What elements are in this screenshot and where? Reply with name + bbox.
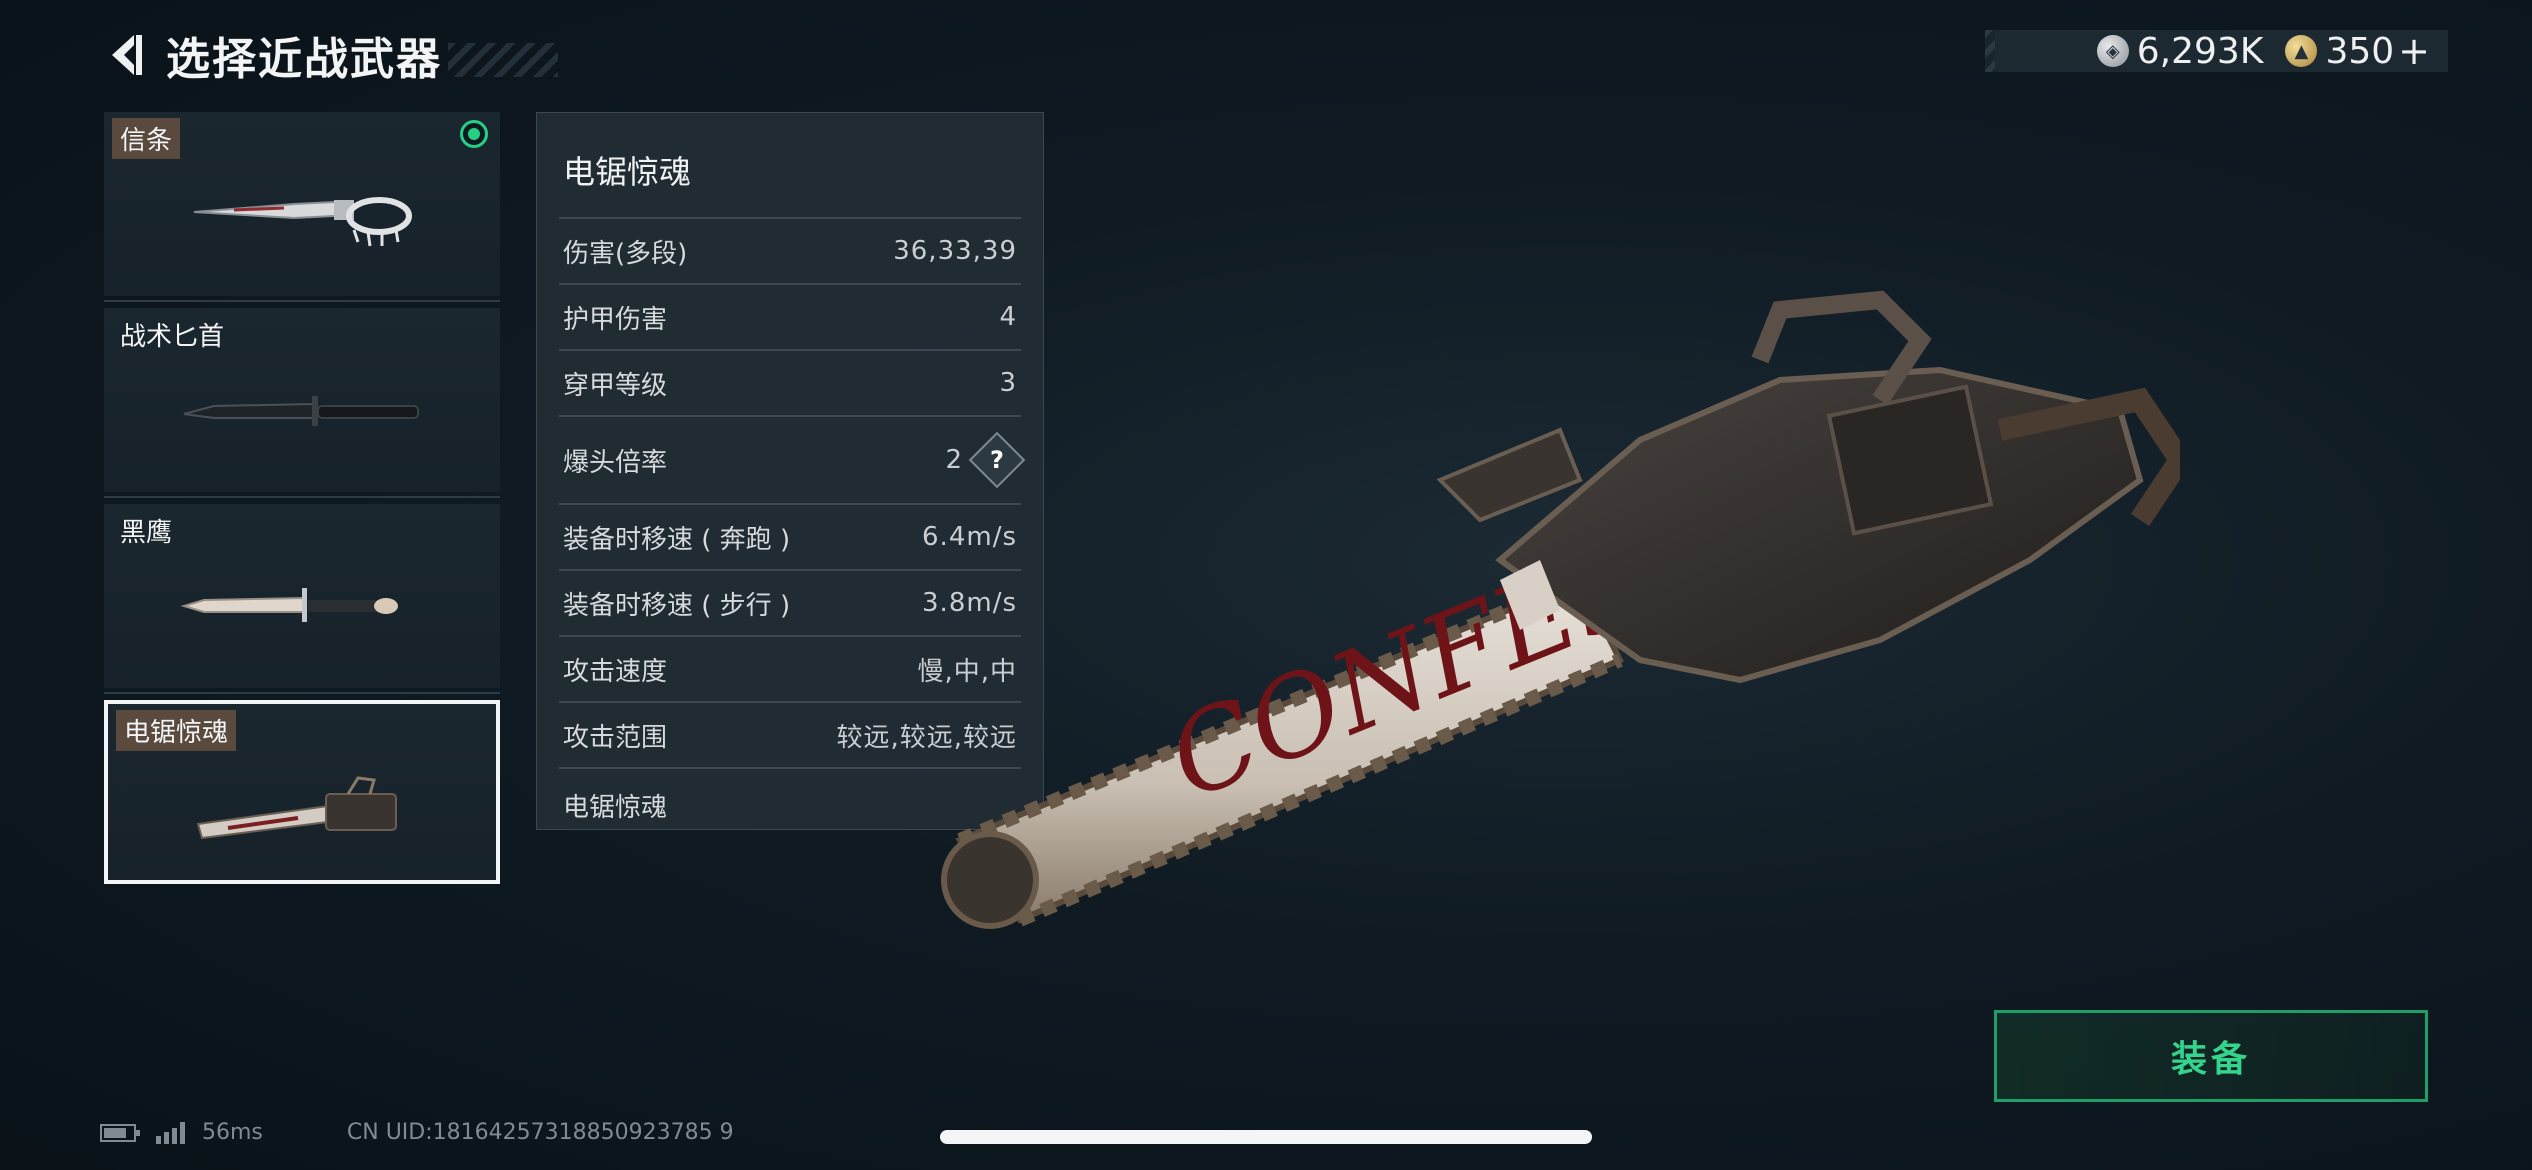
stat-label: 攻击速度 [563,656,668,687]
divider [104,496,500,498]
back-button[interactable] [100,25,152,85]
currency-value: 6,293K [2136,30,2264,72]
equipped-indicator-icon [460,120,488,148]
stat-label: 爆头倍率 [563,447,668,478]
uid-text: CN UID:18164257318850923785 9 [346,1120,734,1145]
stat-label: 攻击范围 [563,722,668,753]
stat-value: 36,33,39 [893,236,1017,266]
weapon-list: 信条 战术匕首 黑鹰 电锯惊魂 [104,112,500,896]
signal-icon [156,1121,188,1144]
weapon-name: 电锯惊魂 [116,710,237,751]
divider [104,692,500,694]
weapon-card-xintiao[interactable]: 信条 [104,112,500,302]
back-arrow-icon [112,35,142,75]
home-indicator[interactable] [940,1130,1592,1144]
ping-text: 56ms [202,1120,263,1145]
currency-gold: ▲ 350 + [2285,29,2430,73]
silver-coin-icon: ◈ [2096,35,2129,67]
weapon-name: 信条 [112,118,181,159]
gold-coin-icon: ▲ [2285,35,2318,67]
stat-label: 伤害(多段) [563,238,688,269]
stat-label: 装备时移速 ( 奔跑 ) [563,524,791,555]
knife-icon [193,197,412,247]
equip-button-label: 装备 [2170,1039,2251,1080]
knife-icon [183,396,419,426]
currency-bar: ◈ 6,293K ▲ 350 + [1985,29,2448,73]
title-decoration [448,43,558,77]
battery-icon [100,1123,140,1142]
knife-icon [180,588,398,622]
chainsaw-icon [196,776,397,840]
status-bar: 56ms CN UID:18164257318850923785 9 [100,1120,734,1145]
weapon-card-tactical-knife[interactable]: 战术匕首 [104,308,500,498]
chainsaw-model: CONFESS [941,290,2180,929]
stat-row: 伤害(多段) 36,33,39 [559,217,1021,283]
page-title: 选择近战武器 [166,34,442,85]
header: 选择近战武器 [100,22,558,88]
weapon-name: 黑鹰 [120,518,173,548]
details-title: 电锯惊魂 [563,153,692,191]
stat-label: 装备时移速 ( 步行 ) [563,590,791,621]
equip-button[interactable]: 装备 [1994,1010,2428,1102]
weapon-card-chainsaw[interactable]: 电锯惊魂 [104,700,500,884]
divider [104,300,500,302]
add-currency-button[interactable]: + [2398,29,2430,73]
stat-label: 穿甲等级 [563,370,668,401]
currency-silver: ◈ 6,293K [2096,30,2264,72]
stat-label: 护甲伤害 [563,304,668,335]
weapon-card-black-hawk[interactable]: 黑鹰 [104,504,500,694]
weapon-name: 战术匕首 [120,322,225,352]
currency-value: 350 [2325,30,2395,72]
